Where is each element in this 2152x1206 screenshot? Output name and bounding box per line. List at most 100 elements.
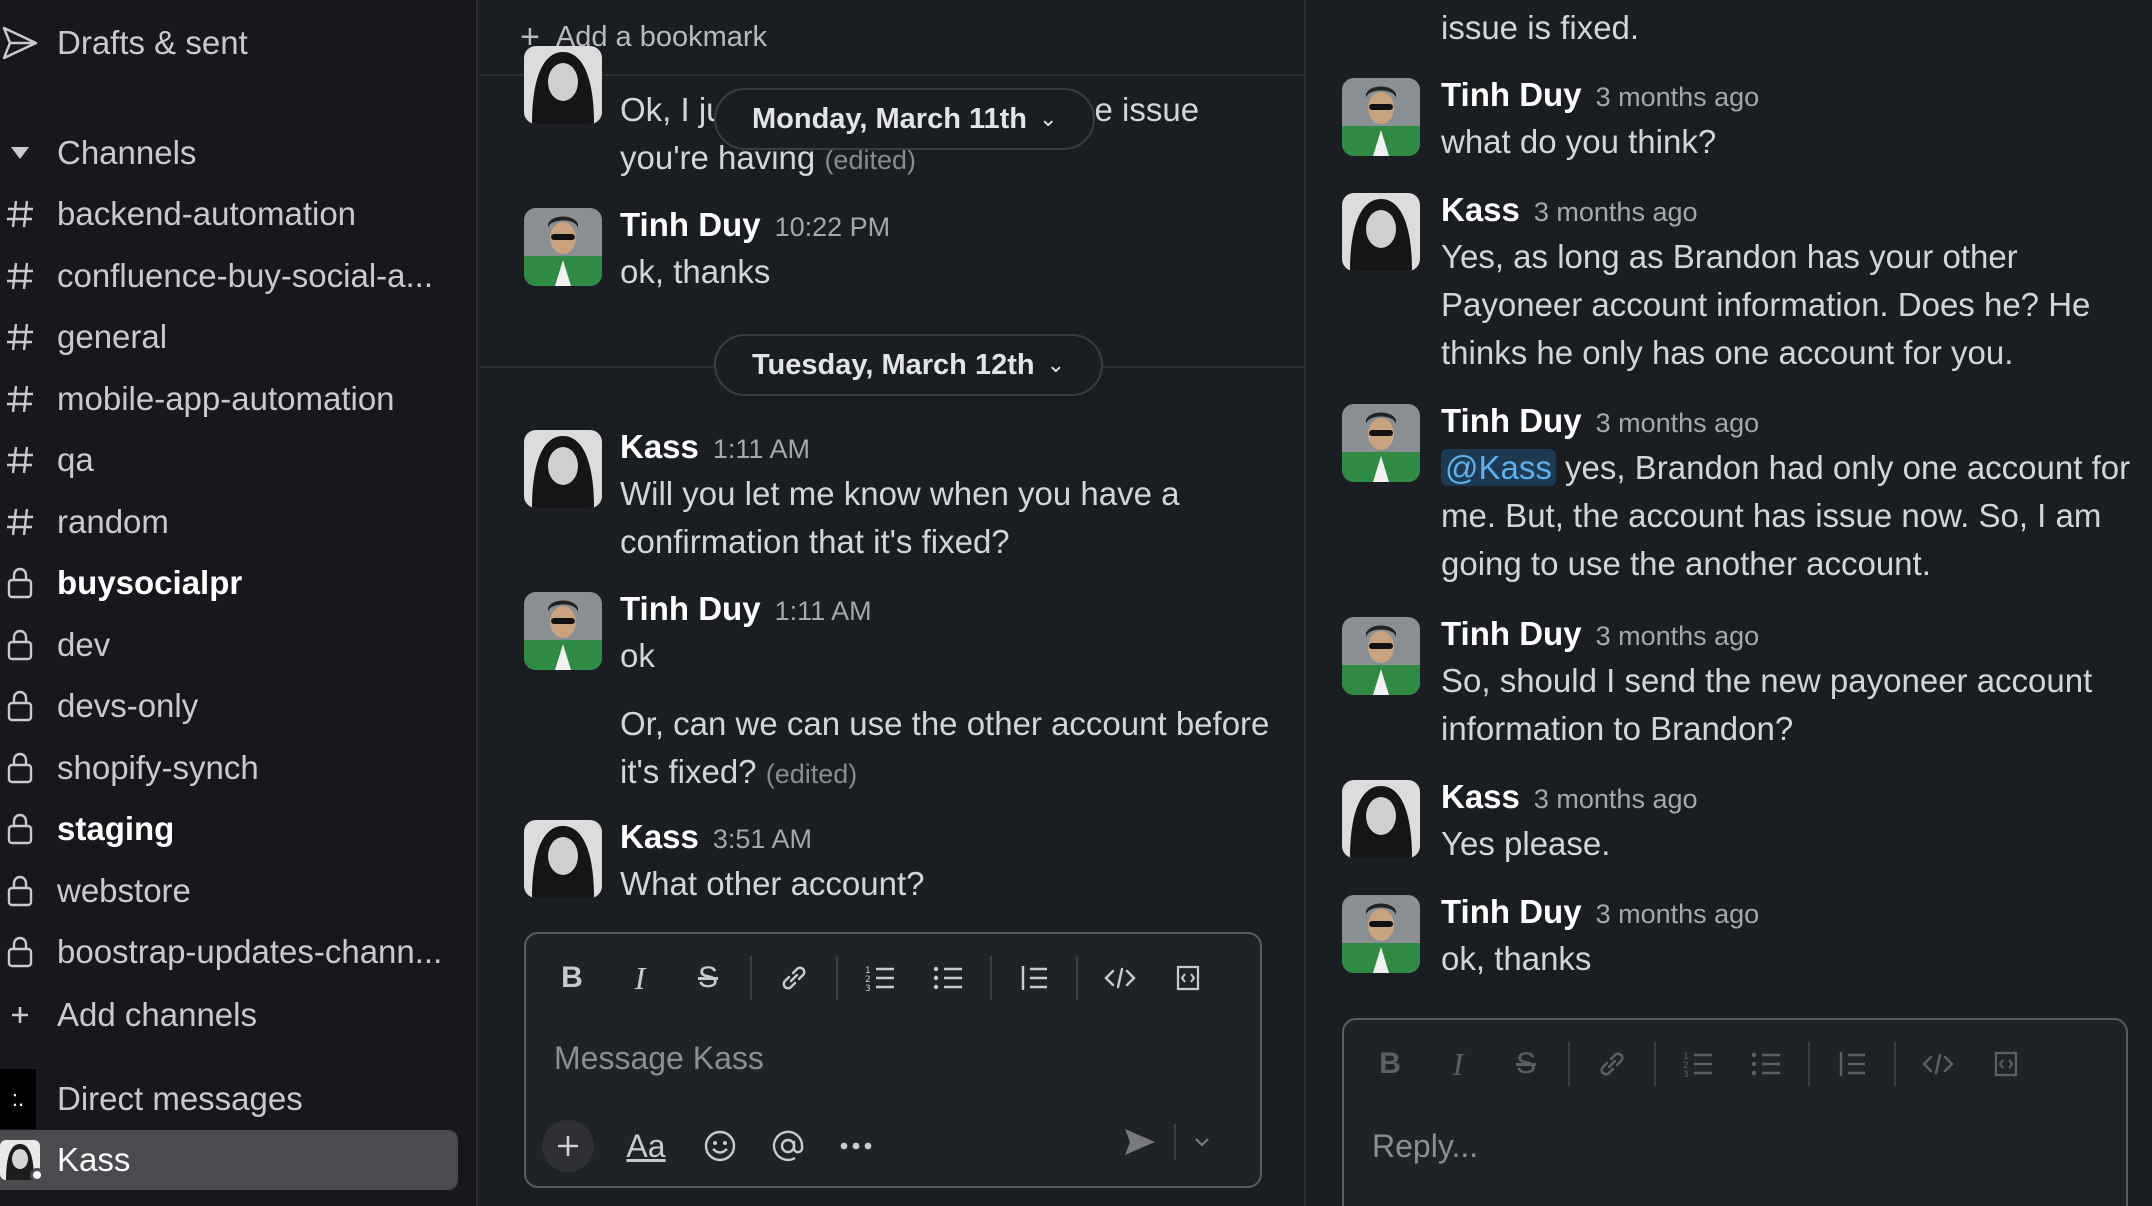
- sidebar-item-channel[interactable]: devs-only: [0, 676, 460, 736]
- add-bookmark-button[interactable]: + Add a bookmark: [480, 0, 1304, 76]
- message-text: issue is fixed.: [1441, 9, 1640, 46]
- message-text: ok: [620, 637, 655, 674]
- send-icon: [1125, 1129, 1155, 1155]
- blockquote-button[interactable]: [1830, 1042, 1874, 1086]
- message-timestamp[interactable]: 1:11 AM: [775, 596, 872, 626]
- link-button[interactable]: [1590, 1042, 1634, 1086]
- code-block-button[interactable]: [1166, 956, 1210, 1000]
- message-author[interactable]: Tinh Duy: [1441, 402, 1582, 439]
- sidebar-item-channel[interactable]: confluence-buy-social-a...: [0, 246, 460, 306]
- code-button[interactable]: [1916, 1042, 1960, 1086]
- mention-button[interactable]: [766, 1124, 810, 1168]
- sidebar-item-channel[interactable]: qa: [0, 430, 460, 490]
- lock-icon: [0, 748, 40, 788]
- sidebar-item-channel[interactable]: boostrap-updates-chann...: [0, 922, 460, 982]
- date-divider-button[interactable]: Monday, March 11th ⌄: [714, 88, 1096, 150]
- message-timestamp[interactable]: 3:51 AM: [713, 824, 812, 854]
- sidebar-item-channel[interactable]: shopify-synch: [0, 738, 460, 798]
- formatting-toolbar: B I S 123: [538, 956, 1222, 1000]
- message-timestamp[interactable]: 3 months ago: [1596, 408, 1760, 438]
- italic-button[interactable]: I: [618, 956, 662, 1000]
- message-author[interactable]: Kass: [620, 818, 699, 855]
- code-block-button[interactable]: [1984, 1042, 2028, 1086]
- attach-button[interactable]: [542, 1120, 594, 1172]
- message-author[interactable]: Kass: [620, 428, 699, 465]
- reply-input[interactable]: Reply...: [1372, 1128, 1478, 1165]
- message-author[interactable]: Tinh Duy: [620, 590, 761, 627]
- message-text: what do you think?: [1441, 123, 1717, 160]
- message-author[interactable]: Tinh Duy: [620, 206, 761, 243]
- sidebar-item-dm-kass[interactable]: Kass: [0, 1130, 458, 1190]
- plus-icon: [0, 995, 40, 1035]
- sidebar-item-channel[interactable]: backend-automation: [0, 184, 460, 244]
- toolbar-separator: [750, 956, 752, 1000]
- message-timestamp[interactable]: 1:11 AM: [713, 434, 810, 464]
- link-button[interactable]: [772, 956, 816, 1000]
- sidebar-item-label: Add channels: [57, 996, 257, 1033]
- message-author[interactable]: Tinh Duy: [1441, 76, 1582, 113]
- edited-label: (edited): [765, 759, 858, 789]
- message-author[interactable]: Tinh Duy: [1441, 893, 1582, 930]
- strikethrough-button[interactable]: S: [686, 956, 730, 1000]
- message-author[interactable]: Kass: [1441, 191, 1520, 228]
- hash-icon: [0, 194, 40, 234]
- sidebar-item-channel[interactable]: random: [0, 492, 460, 552]
- reply-composer: B I S 123 Reply...: [1342, 1018, 2128, 1206]
- hash-icon: [0, 256, 40, 296]
- sidebar-item-channel[interactable]: mobile-app-automation: [0, 369, 460, 429]
- code-icon: [1104, 967, 1136, 989]
- more-actions-button[interactable]: [834, 1124, 878, 1168]
- sidebar-item-label: qa: [57, 441, 94, 478]
- send-button[interactable]: [1118, 1120, 1162, 1164]
- plus-icon: [558, 1136, 578, 1156]
- sidebar-item-drafts[interactable]: Drafts & sent: [0, 13, 460, 73]
- add-channels-button[interactable]: Add channels: [0, 985, 460, 1045]
- message-timestamp[interactable]: 3 months ago: [1534, 784, 1698, 814]
- message-timestamp[interactable]: 3 months ago: [1596, 621, 1760, 651]
- format-text-button[interactable]: Aa: [618, 1124, 674, 1168]
- hash-icon: [0, 502, 40, 542]
- message-input[interactable]: Message Kass: [554, 1040, 764, 1077]
- avatar: [524, 46, 602, 124]
- message-timestamp[interactable]: 3 months ago: [1596, 82, 1760, 112]
- sidebar-item-channel[interactable]: webstore: [0, 861, 460, 921]
- sidebar-item-channel[interactable]: buysocialpr: [0, 553, 460, 613]
- dm-section-icon: :.: [0, 1069, 36, 1129]
- ordered-list-button[interactable]: 123: [1676, 1042, 1720, 1086]
- message-timestamp[interactable]: 3 months ago: [1534, 197, 1698, 227]
- message-author[interactable]: Tinh Duy: [1441, 615, 1582, 652]
- sidebar-item-channel[interactable]: dev: [0, 615, 460, 675]
- date-divider-button[interactable]: Tuesday, March 12th ⌄: [714, 334, 1104, 396]
- message-text: Yes please.: [1441, 825, 1611, 862]
- dm-section-header[interactable]: :. Direct messages: [0, 1069, 460, 1129]
- ordered-list-button[interactable]: 123: [858, 956, 902, 1000]
- channels-section-header[interactable]: Channels: [0, 123, 460, 183]
- message-text: So, should I send the new payoneer accou…: [1441, 662, 2093, 747]
- lock-icon: [0, 809, 40, 849]
- avatar: [524, 430, 602, 508]
- sidebar-item-label: general: [57, 318, 168, 355]
- message-timestamp[interactable]: 10:22 PM: [775, 212, 891, 242]
- code-block-icon: [1176, 965, 1200, 991]
- ordered-list-icon: 123: [865, 966, 894, 993]
- bold-button[interactable]: B: [550, 956, 594, 1000]
- sidebar-item-channel[interactable]: staging: [0, 799, 460, 859]
- blockquote-button[interactable]: [1012, 956, 1056, 1000]
- bold-button[interactable]: B: [1368, 1042, 1412, 1086]
- emoji-button[interactable]: [698, 1124, 742, 1168]
- message-author[interactable]: Kass: [1441, 778, 1520, 815]
- avatar: [0, 1140, 44, 1182]
- toolbar-separator: [990, 956, 992, 1000]
- at-sign-icon: [772, 1130, 804, 1162]
- message-timestamp[interactable]: 3 months ago: [1596, 899, 1760, 929]
- bullet-list-button[interactable]: [1744, 1042, 1788, 1086]
- hash-icon: [0, 379, 40, 419]
- italic-button[interactable]: I: [1436, 1042, 1480, 1086]
- user-mention[interactable]: @Kass: [1441, 449, 1556, 486]
- sidebar-item-channel[interactable]: general: [0, 307, 460, 367]
- bullet-list-button[interactable]: [926, 956, 970, 1000]
- schedule-send-button[interactable]: [1188, 1120, 1216, 1164]
- toolbar-separator: [1894, 1042, 1896, 1086]
- code-button[interactable]: [1098, 956, 1142, 1000]
- strikethrough-button[interactable]: S: [1504, 1042, 1548, 1086]
